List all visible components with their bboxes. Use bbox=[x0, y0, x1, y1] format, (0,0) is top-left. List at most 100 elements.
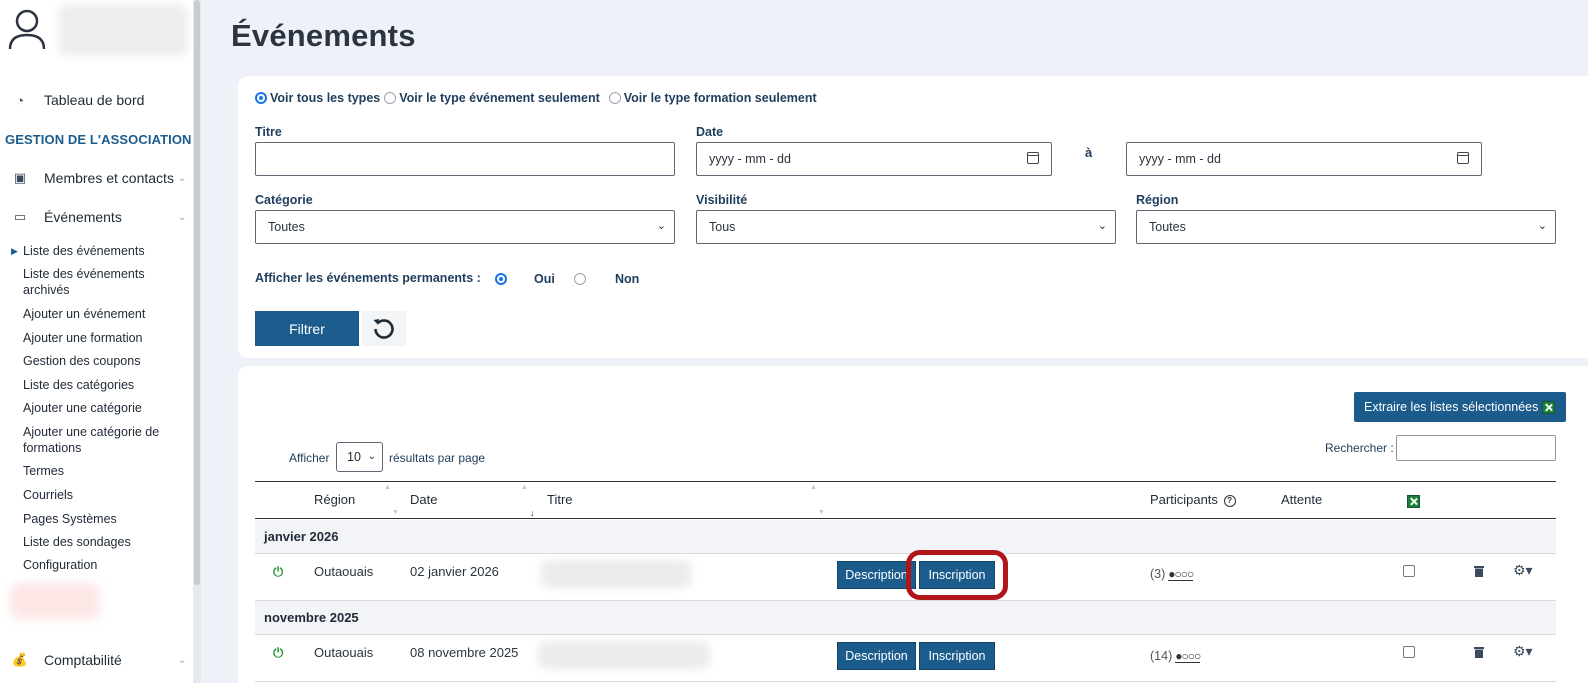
search-label: Rechercher : bbox=[1325, 441, 1394, 455]
column-region[interactable]: Région bbox=[314, 492, 355, 507]
chevron-down-icon: ⌄ bbox=[367, 451, 376, 462]
sort-up-icon: ▲ bbox=[521, 484, 528, 491]
power-icon[interactable]: ⏻ bbox=[273, 645, 283, 661]
participant-count: (3) bbox=[1150, 567, 1166, 581]
radio-permanent-yes[interactable] bbox=[495, 273, 507, 285]
gear-icon[interactable]: ⚙▾ bbox=[1513, 643, 1533, 660]
per-page-value: 10 bbox=[347, 450, 361, 464]
row-region: Outaouais bbox=[314, 645, 374, 660]
sort-active-down-icon: ↓ bbox=[530, 508, 535, 518]
people-icon: ●○○○ bbox=[1175, 648, 1201, 663]
permanent-no-label: Non bbox=[615, 272, 640, 286]
search-input[interactable] bbox=[1396, 435, 1556, 461]
group-header: novembre 2025 bbox=[255, 601, 1556, 635]
nav-events-label: Événements bbox=[44, 209, 122, 225]
sidebar-item-add-category[interactable]: Ajouter une catégorie bbox=[23, 400, 183, 416]
type-option-all[interactable]: Voir tous les types bbox=[255, 91, 380, 105]
sidebar-item-configuration[interactable]: Configuration bbox=[23, 557, 183, 573]
sidebar-item-system-pages[interactable]: Pages Systèmes bbox=[23, 511, 183, 527]
permanent-label: Afficher les événements permanents : bbox=[255, 271, 481, 285]
money-bag-icon: 💰 bbox=[11, 652, 29, 667]
sidebar-item-terms[interactable]: Termes bbox=[23, 463, 183, 479]
user-icon bbox=[8, 9, 46, 50]
sidebar-item-surveys[interactable]: Liste des sondages bbox=[23, 534, 183, 550]
permanent-yes-option[interactable]: Oui bbox=[495, 272, 555, 286]
help-icon[interactable]: ? bbox=[1223, 494, 1236, 507]
sidebar-item-coupons[interactable]: Gestion des coupons bbox=[23, 353, 183, 369]
filter-button[interactable]: Filtrer bbox=[255, 311, 359, 346]
trash-icon[interactable] bbox=[1474, 565, 1484, 577]
radio-training[interactable] bbox=[608, 92, 621, 104]
chevron-down-icon: ⌄ bbox=[1097, 220, 1107, 232]
group-header: janvier 2026 bbox=[255, 520, 1556, 554]
region-select-value: Toutes bbox=[1149, 220, 1186, 234]
description-button[interactable]: Description bbox=[837, 561, 916, 589]
sidebar: ◔ Tableau de bord GESTION DE L'ASSOCIATI… bbox=[0, 0, 193, 683]
sidebar-item-categories[interactable]: Liste des catégories bbox=[23, 377, 183, 393]
trash-icon[interactable] bbox=[1474, 646, 1484, 658]
nav-accounting[interactable]: 💰 Comptabilité ⌄ bbox=[0, 652, 186, 668]
nav-dashboard-label: Tableau de bord bbox=[44, 92, 145, 108]
per-page-select[interactable]: 10 ⌄ bbox=[336, 442, 383, 472]
contacts-icon: ▣ bbox=[13, 170, 27, 185]
type-radio-group: Voir tous les types Voir le type événeme… bbox=[255, 91, 821, 105]
type-option-event[interactable]: Voir le type événement seulement bbox=[384, 91, 600, 105]
radio-permanent-no[interactable] bbox=[574, 273, 586, 285]
visibility-select-value: Tous bbox=[709, 220, 736, 234]
nav-dashboard[interactable]: ◔ Tableau de bord bbox=[0, 92, 144, 108]
row-checkbox[interactable] bbox=[1403, 646, 1415, 658]
sort-down-icon: ▼ bbox=[392, 509, 399, 516]
user-name-redacted bbox=[58, 4, 188, 56]
row-participants[interactable]: (14) ●○○○ bbox=[1150, 648, 1201, 663]
excel-icon[interactable] bbox=[1407, 495, 1420, 508]
sidebar-item-archived-events[interactable]: Liste des événements archivés bbox=[23, 266, 183, 298]
chevron-down-icon: ⌄ bbox=[656, 220, 666, 232]
sort-up-icon: ▲ bbox=[384, 484, 391, 491]
column-title[interactable]: Titre bbox=[547, 492, 573, 507]
people-icon: ●○○○ bbox=[1168, 566, 1194, 581]
inscription-button[interactable]: Inscription bbox=[919, 642, 995, 670]
permanent-no-option[interactable]: Non bbox=[574, 272, 639, 286]
sidebar-item-add-training-category[interactable]: Ajouter une catégorie de formations bbox=[23, 424, 183, 456]
radio-all[interactable] bbox=[255, 92, 267, 104]
extract-lists-button[interactable]: Extraire les listes sélectionnées bbox=[1354, 392, 1566, 422]
page-title: Événements bbox=[231, 18, 416, 53]
sidebar-item-add-event[interactable]: Ajouter un événement bbox=[23, 306, 183, 322]
type-option-training[interactable]: Voir le type formation seulement bbox=[608, 91, 817, 105]
description-button[interactable]: Description bbox=[837, 642, 916, 670]
sidebar-scrollbar[interactable] bbox=[193, 0, 201, 683]
region-select[interactable]: Toutes ⌄ bbox=[1136, 210, 1556, 244]
date-to-label: à bbox=[1085, 145, 1093, 160]
reset-button[interactable] bbox=[362, 311, 406, 346]
gear-icon[interactable]: ⚙▾ bbox=[1513, 562, 1533, 579]
nav-accounting-label: Comptabilité bbox=[44, 652, 122, 668]
permanent-yes-label: Oui bbox=[534, 272, 555, 286]
folder-open-icon: ▭ bbox=[13, 209, 27, 224]
nav-events[interactable]: ▭ Événements ⌄ bbox=[0, 209, 187, 225]
calendar-icon[interactable] bbox=[1457, 152, 1469, 164]
power-icon[interactable]: ⏻ bbox=[273, 564, 283, 580]
date-from-input[interactable]: yyyy - mm - dd bbox=[696, 142, 1052, 176]
sidebar-item-add-training[interactable]: Ajouter une formation bbox=[23, 330, 183, 346]
user-profile[interactable] bbox=[0, 0, 193, 62]
chevron-down-icon: ⌄ bbox=[178, 654, 187, 666]
sort-up-icon: ▲ bbox=[810, 484, 817, 491]
row-date: 08 novembre 2025 bbox=[410, 645, 519, 660]
region-label: Région bbox=[1136, 193, 1179, 207]
row-title-redacted bbox=[541, 560, 691, 588]
category-select[interactable]: Toutes ⌄ bbox=[255, 210, 675, 244]
visibility-select[interactable]: Tous ⌄ bbox=[696, 210, 1116, 244]
nav-members[interactable]: ▣ Membres et contacts ⌄ bbox=[0, 170, 187, 186]
row-checkbox[interactable] bbox=[1403, 565, 1415, 577]
title-input[interactable] bbox=[255, 142, 675, 176]
row-participants[interactable]: (3) ●○○○ bbox=[1150, 566, 1194, 581]
row-region: Outaouais bbox=[314, 564, 374, 579]
calendar-icon[interactable] bbox=[1027, 152, 1039, 164]
category-select-value: Toutes bbox=[268, 220, 305, 234]
sidebar-item-event-list[interactable]: Liste des événements bbox=[11, 243, 183, 259]
column-waiting: Attente bbox=[1281, 492, 1323, 507]
radio-event[interactable] bbox=[384, 92, 397, 104]
date-to-input[interactable]: yyyy - mm - dd bbox=[1126, 142, 1482, 176]
column-date[interactable]: Date bbox=[410, 492, 437, 507]
sidebar-item-emails[interactable]: Courriels bbox=[23, 487, 183, 503]
